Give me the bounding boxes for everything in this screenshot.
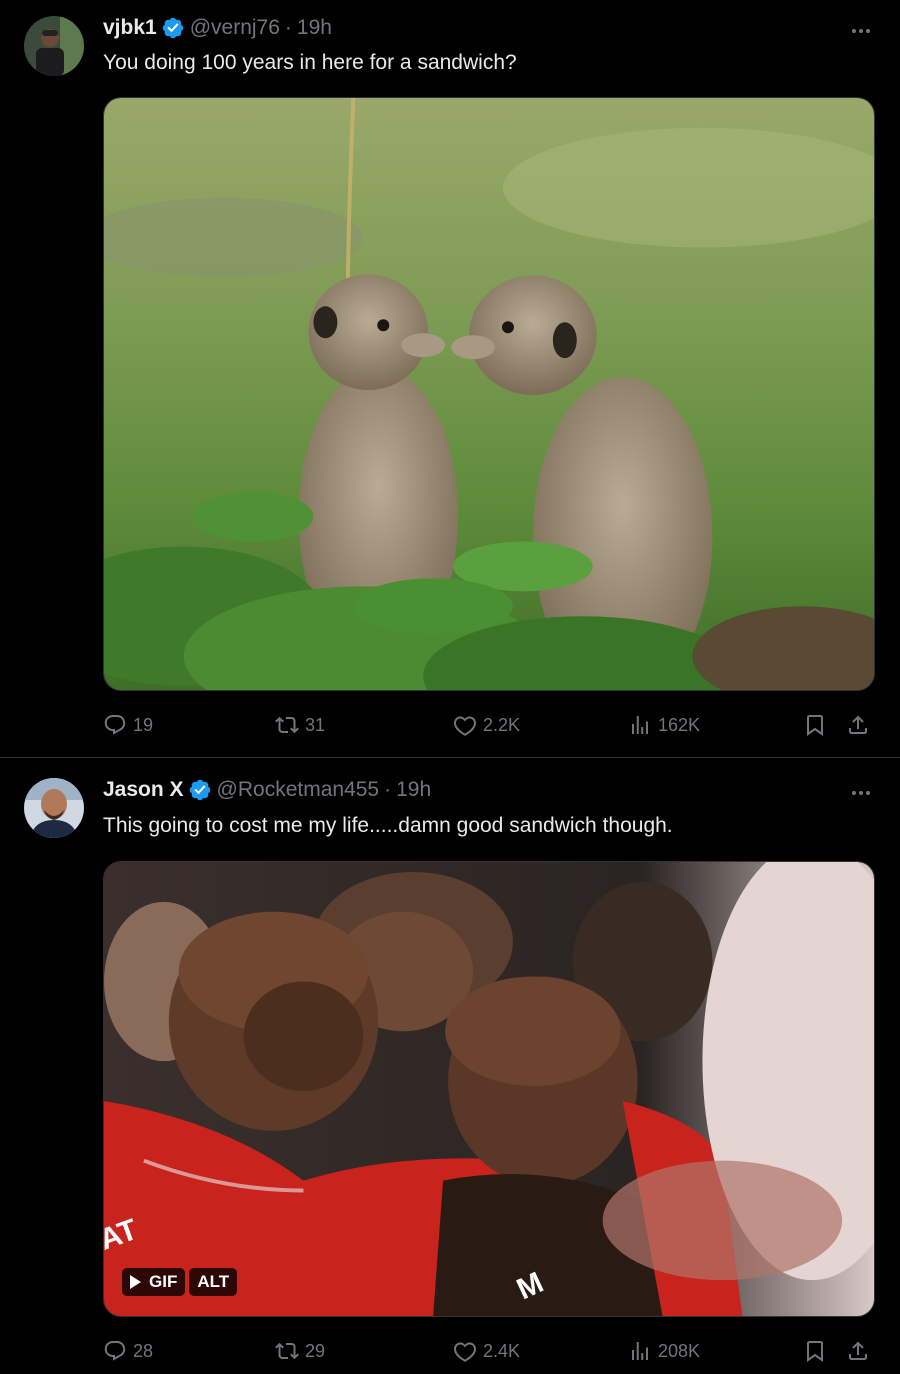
repost-button[interactable]: 31 bbox=[275, 710, 325, 740]
like-count: 2.4K bbox=[483, 1340, 521, 1361]
share-icon bbox=[849, 1341, 867, 1360]
separator: · bbox=[284, 16, 292, 39]
views-chart-icon bbox=[632, 716, 648, 734]
handle[interactable]: @Rocketman455 bbox=[217, 778, 380, 802]
tweet-media-photo[interactable] bbox=[103, 97, 875, 691]
avatar-image bbox=[24, 16, 84, 76]
share-button[interactable] bbox=[846, 1336, 870, 1366]
display-name[interactable]: Jason X bbox=[103, 778, 184, 802]
views-button[interactable]: 208K bbox=[628, 1336, 700, 1366]
reply-count: 28 bbox=[133, 1340, 154, 1361]
bookmark-icon bbox=[807, 1341, 823, 1362]
play-gif-button[interactable]: GIF bbox=[122, 1268, 186, 1296]
avatar[interactable] bbox=[24, 778, 84, 838]
views-chart-icon bbox=[632, 1342, 648, 1360]
reply-count: 19 bbox=[133, 714, 154, 735]
play-icon bbox=[130, 1275, 141, 1289]
tweet[interactable]: vjbk1 @vernj76 · 19h You doing 100 years… bbox=[0, 0, 900, 758]
repost-icon bbox=[275, 716, 299, 734]
basketball-bench-gif: M AT bbox=[104, 862, 874, 1316]
like-button[interactable]: 2.4K bbox=[453, 1336, 520, 1366]
view-count: 162K bbox=[658, 714, 701, 735]
tweet-text: You doing 100 years in here for a sandwi… bbox=[103, 51, 517, 74]
gif-badges: GIF ALT bbox=[122, 1268, 238, 1296]
display-name[interactable]: vjbk1 bbox=[103, 16, 157, 40]
verified-badge-icon bbox=[189, 779, 210, 801]
more-options-icon[interactable] bbox=[848, 18, 874, 44]
reply-button[interactable]: 19 bbox=[103, 710, 153, 740]
heart-icon bbox=[454, 1342, 476, 1362]
repost-count: 31 bbox=[305, 714, 326, 735]
like-count: 2.2K bbox=[483, 714, 521, 735]
share-icon bbox=[849, 715, 867, 734]
handle[interactable]: @vernj76 bbox=[190, 16, 280, 40]
avatar[interactable] bbox=[24, 16, 84, 76]
bookmark-button[interactable] bbox=[803, 710, 827, 740]
meerkats-photo bbox=[104, 98, 874, 690]
repost-button[interactable]: 29 bbox=[275, 1336, 325, 1366]
bookmark-button[interactable] bbox=[803, 1336, 827, 1366]
avatar-image bbox=[24, 778, 84, 838]
tweet-actions: 19 31 2.2K 162K bbox=[103, 710, 875, 740]
timestamp[interactable]: 19h bbox=[396, 778, 431, 802]
timestamp[interactable]: 19h bbox=[297, 16, 332, 40]
repost-count: 29 bbox=[305, 1340, 326, 1361]
tweet-media-gif[interactable]: M AT GIF ALT bbox=[103, 861, 875, 1317]
bookmark-icon bbox=[807, 715, 823, 736]
reply-icon bbox=[104, 1341, 126, 1361]
gif-label: GIF bbox=[149, 1272, 178, 1291]
alt-label: ALT bbox=[197, 1272, 230, 1291]
more-options-icon[interactable] bbox=[848, 780, 874, 806]
like-button[interactable]: 2.2K bbox=[453, 710, 520, 740]
tweet[interactable]: Jason X @Rocketman455 · 19h This going t… bbox=[0, 759, 900, 1374]
tweet-text: This going to cost me my life.....damn g… bbox=[103, 814, 673, 837]
view-count: 208K bbox=[658, 1340, 701, 1361]
alt-text-button[interactable]: ALT bbox=[189, 1268, 238, 1296]
views-button[interactable]: 162K bbox=[628, 710, 700, 740]
separator: · bbox=[384, 778, 392, 801]
share-button[interactable] bbox=[846, 710, 870, 740]
tweet-actions: 28 29 2.4K 208K bbox=[103, 1336, 875, 1366]
verified-badge-icon bbox=[162, 17, 183, 39]
reply-icon bbox=[104, 715, 126, 735]
heart-icon bbox=[454, 716, 476, 736]
repost-icon bbox=[275, 1342, 299, 1360]
reply-button[interactable]: 28 bbox=[103, 1336, 153, 1366]
